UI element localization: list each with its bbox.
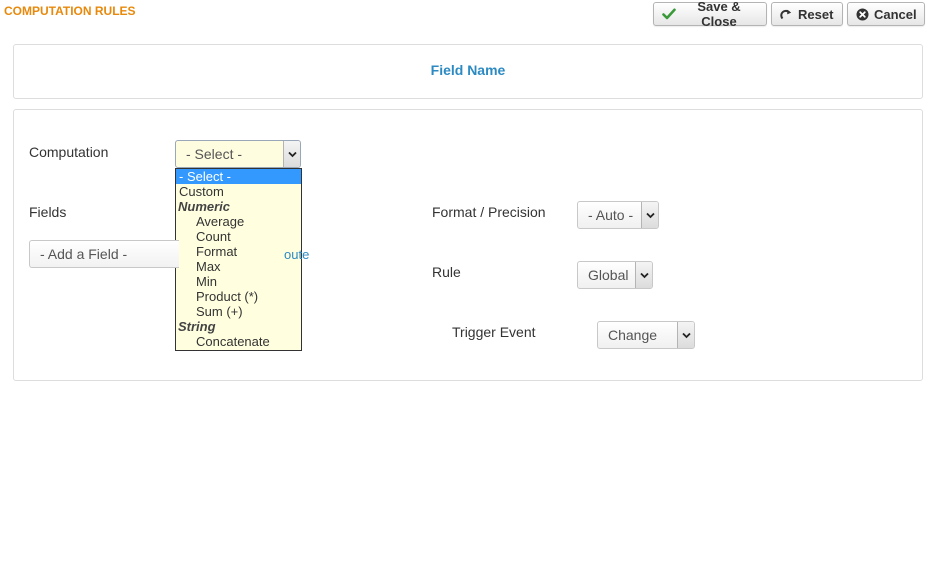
rule-select[interactable]: Global [577,261,653,289]
field-name-panel: Field Name [13,44,923,99]
fields-label: Fields [29,204,67,220]
page-heading: COMPUTATION RULES [4,4,136,18]
format-precision-value: - Auto - [588,207,634,223]
optgroup-numeric: Numeric [178,199,231,214]
computation-dropdown-list: - Select - Custom Numeric Average Count … [175,168,302,351]
option-average[interactable]: Average [176,214,301,229]
trigger-event-value: Change [608,327,658,343]
format-precision-select[interactable]: - Auto - [577,201,659,229]
cancel-button[interactable]: Cancel [847,2,925,26]
computation-label: Computation [29,144,109,160]
check-icon [662,8,676,20]
option-max[interactable]: Max [176,259,301,274]
option-custom[interactable]: Custom [176,184,301,199]
computation-select[interactable]: - Select - [175,140,301,168]
option-sum[interactable]: Sum (+) [176,304,301,319]
option-format[interactable]: Format [176,244,301,259]
option-min[interactable]: Min [176,274,301,289]
trigger-event-label: Trigger Event [452,324,536,340]
computation-select-value: - Select - [186,146,243,162]
rule-value: Global [588,267,629,283]
format-precision-label: Format / Precision [432,204,546,220]
attribute-link[interactable]: oute [284,247,309,262]
save-close-button[interactable]: Save & Close [653,0,767,29]
chevron-down-icon [283,141,300,167]
reset-label: Reset [798,6,834,22]
option-select[interactable]: - Select - [176,169,301,184]
redo-icon [780,8,793,20]
computation-form-panel: Computation - Select - - Select - Custom… [13,109,923,381]
chevron-down-icon [635,262,652,288]
add-field-select[interactable]: - Add a Field - [29,240,179,268]
cancel-circle-icon [856,8,869,21]
optgroup-string: String [178,319,216,334]
field-name-title: Field Name [430,62,506,78]
toolbar: Save & Close Reset Cancel [653,0,925,29]
save-close-label: Save & Close [697,0,741,29]
chevron-down-icon [641,202,658,228]
trigger-event-select[interactable]: Change [597,321,695,349]
option-count[interactable]: Count [176,229,301,244]
rule-label: Rule [432,264,461,280]
cancel-label: Cancel [874,6,917,22]
option-product[interactable]: Product (*) [176,289,301,304]
chevron-down-icon [677,322,694,348]
option-concatenate[interactable]: Concatenate [176,334,301,349]
reset-button[interactable]: Reset [771,2,843,26]
